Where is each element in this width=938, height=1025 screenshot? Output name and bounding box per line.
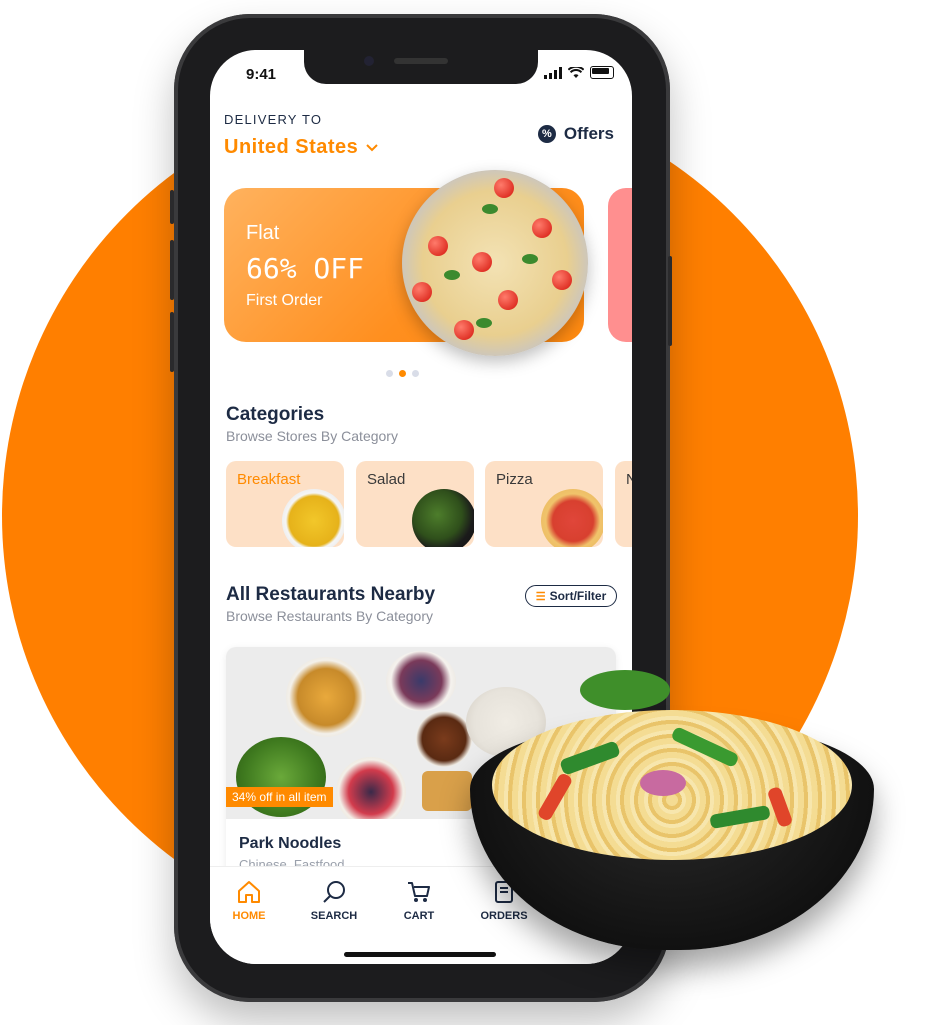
speaker [394, 58, 448, 64]
category-pizza[interactable]: Pizza [485, 461, 603, 547]
delivery-label: DELIVERY TO [224, 112, 323, 127]
banner-line-1: Flat [246, 222, 280, 244]
pizza-dish-image [541, 489, 603, 547]
camera [364, 56, 374, 66]
category-label: N [626, 471, 632, 488]
sort-filter-button[interactable]: ☰ Sort/Filter [525, 585, 617, 607]
carousel-dot[interactable] [412, 370, 419, 377]
offer-tag: 34% off in all item [226, 787, 333, 807]
carousel-dots [386, 370, 419, 377]
tab-search[interactable]: SEARCH [299, 879, 369, 922]
phone-power-button [668, 256, 672, 346]
wifi-icon [568, 66, 584, 78]
cart-icon [384, 879, 454, 907]
salad-dish-image [412, 489, 474, 547]
battery-icon [590, 66, 614, 79]
banner-line-3: First Order [246, 292, 323, 309]
status-icons [544, 66, 614, 79]
chevron-down-icon [366, 143, 379, 151]
carousel-dot-active[interactable] [399, 370, 406, 377]
category-breakfast[interactable]: Breakfast [226, 461, 344, 547]
status-time: 9:41 [246, 66, 277, 83]
offers-button[interactable]: % Offers [537, 124, 614, 144]
categories-subtitle: Browse Stores By Category [226, 428, 398, 444]
filter-icon: ☰ [535, 590, 546, 603]
tab-label: HOME [232, 910, 266, 922]
phone-mute-button [170, 190, 174, 224]
tab-home[interactable]: HOME [214, 879, 284, 922]
noodle-bowl-image [470, 670, 874, 980]
sort-filter-label: Sort/Filter [549, 589, 607, 603]
pasta-image [402, 170, 588, 356]
phone-volume-down-button [170, 312, 174, 372]
location-value: United States [224, 136, 359, 158]
home-icon [214, 879, 284, 907]
category-label: Pizza [496, 471, 533, 488]
restaurant-name: Park Noodles [239, 835, 342, 852]
tab-label: SEARCH [310, 910, 358, 922]
percent-badge-icon: % [537, 125, 556, 143]
tab-cart[interactable]: CART [384, 879, 454, 922]
category-salad[interactable]: Salad [356, 461, 474, 547]
restaurants-title: All Restaurants Nearby [226, 584, 436, 605]
tab-label: CART [403, 910, 435, 922]
notch [304, 50, 538, 84]
banner-line-2: 66% OFF [246, 252, 365, 285]
carousel-dot[interactable] [386, 370, 393, 377]
categories-title: Categories [226, 404, 325, 425]
signal-icon [544, 66, 562, 79]
search-icon [299, 879, 369, 907]
restaurants-subtitle: Browse Restaurants By Category [226, 608, 433, 624]
offers-label: Offers [563, 124, 614, 143]
phone-volume-up-button [170, 240, 174, 300]
next-promo-banner[interactable] [608, 188, 632, 342]
location-selector[interactable]: United States [224, 136, 379, 159]
breakfast-dish-image [282, 489, 344, 547]
category-next[interactable]: N [615, 461, 632, 547]
category-label: Salad [367, 471, 406, 488]
category-label: Breakfast [237, 471, 301, 488]
